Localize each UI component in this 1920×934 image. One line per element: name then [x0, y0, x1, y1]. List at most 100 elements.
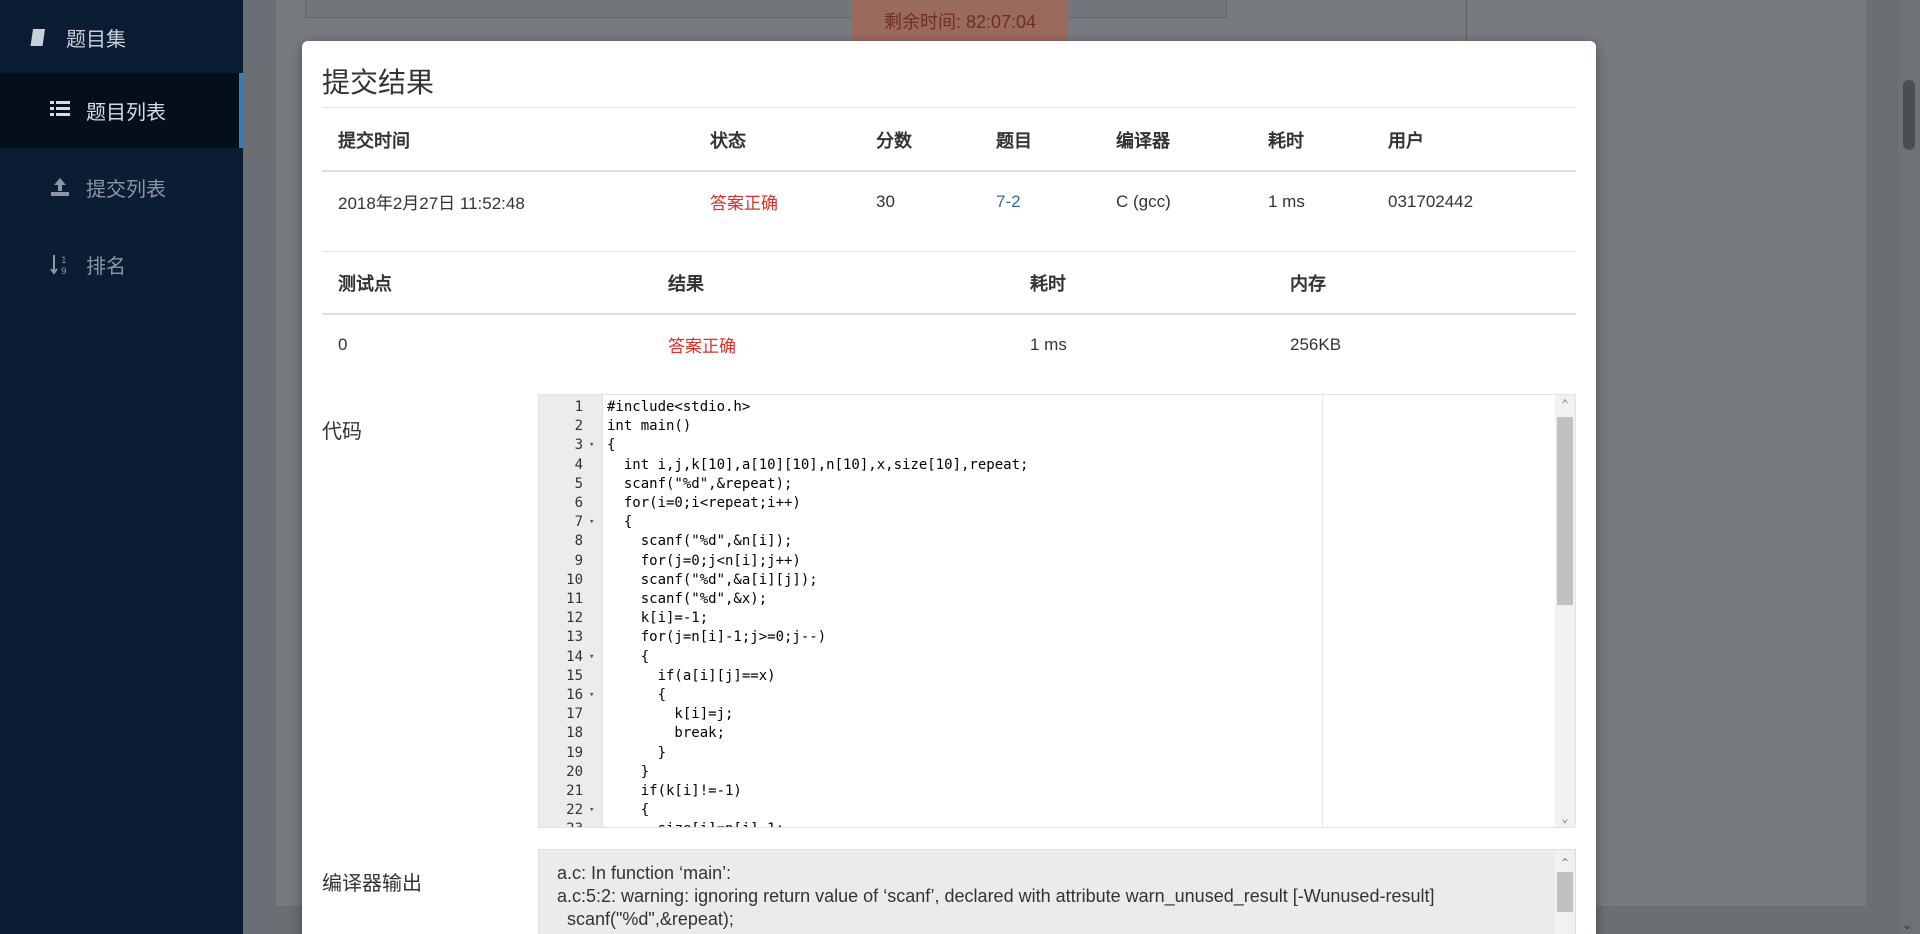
table-header-row: 测试点 结果 耗时 内存: [322, 252, 1576, 315]
page-scrollbar[interactable]: ⌄: [1898, 0, 1920, 934]
line-number: 4: [574, 456, 583, 473]
code-line: 16 ▾ {: [539, 686, 1539, 705]
fold-arrow-icon[interactable]: ▾: [589, 686, 594, 705]
line-number: 9: [574, 552, 583, 569]
fold-arrow-icon[interactable]: ▾: [589, 648, 594, 667]
list-icon: [50, 100, 72, 122]
modal-title: 提交结果: [322, 67, 435, 98]
code-line: 10 scanf("%d",&a[i][j]);: [539, 571, 1539, 590]
code-text: for(i=0;i<repeat;i++): [607, 495, 801, 511]
line-number: 11: [566, 591, 583, 607]
code-line: 20 }: [539, 763, 1539, 782]
code-scrollbar[interactable]: ⌃ ⌄: [1555, 395, 1575, 827]
line-number: 8: [574, 533, 583, 550]
code-scrollbar-thumb[interactable]: [1557, 417, 1573, 605]
output-line: a.c: In function ‘main’:: [557, 863, 732, 883]
code-editor[interactable]: 1 #include<stdio.h> 2 int main() 3 ▾ {4 int i,…: [538, 394, 1576, 828]
fold-arrow-icon[interactable]: ▾: [589, 436, 594, 455]
code-line: 15 if(a[i][j]==x): [539, 667, 1539, 686]
output-scrollbar-thumb[interactable]: [1557, 872, 1573, 912]
testcase-duration: 1 ms: [1030, 334, 1067, 354]
output-line: a.c:5:2: warning: ignoring return value …: [557, 886, 1435, 906]
code-line: 18 break;: [539, 724, 1539, 743]
code-text: {: [607, 687, 667, 703]
code-text: k[i]=-1;: [607, 610, 709, 627]
sidebar-item-label: 题目列表: [86, 102, 166, 124]
code-line: 5 scanf("%d",&repeat);: [539, 475, 1539, 494]
line-number: 1: [574, 399, 583, 415]
line-number: 2: [574, 418, 583, 435]
fold-arrow-icon[interactable]: ▾: [589, 801, 594, 820]
code-line: 6 for(i=0;i<repeat;i++): [539, 494, 1539, 513]
code-text: if(a[i][j]==x): [607, 667, 776, 684]
code-text: for(j=n[i]-1;j>=0;j--): [607, 629, 827, 646]
code-line: 22 ▾ {: [539, 801, 1539, 820]
column-header: 内存: [1274, 252, 1576, 315]
table-header-row: 提交时间 状态 分数 题目 编译器 耗时 用户: [322, 109, 1576, 172]
code-line: 11 scanf("%d",&x);: [539, 590, 1539, 609]
chevron-down-icon[interactable]: ⌄: [1555, 811, 1575, 825]
code-text: break;: [607, 725, 726, 742]
code-text: {: [607, 802, 650, 819]
line-number: 22: [566, 802, 583, 819]
svg-text:9: 9: [61, 267, 67, 276]
code-line: 13 for(j=n[i]-1;j>=0;j--): [539, 628, 1539, 647]
line-number: 7: [574, 514, 583, 531]
testcase-result: 答案正确: [668, 337, 736, 356]
user-id: 031702442: [1388, 191, 1474, 211]
line-number: 15: [566, 667, 583, 684]
code-line: 3 ▾ {: [539, 436, 1539, 455]
chevron-down-icon[interactable]: ⌄: [1902, 918, 1912, 932]
sidebar-header-problem-set[interactable]: 题目集: [0, 0, 243, 75]
code-label: 代码: [322, 421, 362, 443]
fold-arrow-icon[interactable]: ▾: [589, 513, 594, 532]
column-header: 提交时间: [322, 109, 694, 172]
line-number: 16: [566, 687, 583, 703]
submission-result-modal: 提交结果 提交时间 状态 分数 题目 编译器 耗时 用户 2018年2月27日 …: [302, 41, 1596, 934]
column-header: 状态: [694, 109, 860, 172]
line-number: 23: [539, 820, 583, 827]
page-scrollbar-thumb[interactable]: [1903, 80, 1915, 150]
code-line: 14 ▾ {: [539, 648, 1539, 667]
line-number: 21: [566, 783, 583, 799]
column-header: 题目: [980, 109, 1100, 172]
column-header: 编译器: [1100, 109, 1252, 172]
code-text: scanf("%d",&repeat);: [607, 475, 793, 492]
code-text: }: [607, 744, 667, 761]
sidebar-item-label: 提交列表: [86, 179, 166, 201]
code-line: 23 size[i]=n[i]-1;: [539, 820, 1539, 827]
testcase-table: 测试点 结果 耗时 内存 0 答案正确 1 ms 256KB: [322, 252, 1576, 374]
code-text: for(j=0;j<n[i];j++): [607, 552, 801, 569]
sidebar-item-label: 排名: [86, 256, 126, 278]
code-text: {: [607, 514, 633, 531]
table-row: 2018年2月27日 11:52:48 答案正确 30 7-2 C (gcc) …: [322, 171, 1576, 231]
compiler: C (gcc): [1116, 191, 1171, 211]
output-scrollbar[interactable]: ⌃: [1555, 850, 1575, 934]
countdown-timer: 剩余时间: 82:07:04: [852, 0, 1068, 42]
sidebar-item-submission-list[interactable]: 提交列表: [0, 150, 243, 225]
code-text: int i,j,k[10],a[10][10],n[10],x,size[10]…: [607, 456, 1029, 473]
sidebar-item-problem-list[interactable]: 题目列表: [0, 73, 243, 148]
problem-link[interactable]: 7-2: [980, 171, 1100, 231]
line-number: 6: [574, 495, 583, 511]
code-text: {: [607, 648, 650, 665]
column-header: 分数: [860, 109, 980, 172]
sort-numeric-icon: 19: [50, 254, 72, 277]
code-text: {: [607, 437, 616, 454]
code-line: 21 if(k[i]!=-1): [539, 782, 1539, 801]
line-number: 20: [566, 763, 583, 780]
chevron-up-icon[interactable]: ⌃: [1555, 397, 1575, 411]
column-header: 用户: [1372, 109, 1576, 172]
table-row: 0 答案正确 1 ms 256KB: [322, 314, 1576, 374]
line-number: 5: [574, 475, 583, 492]
sidebar: 题目集 题目列表 提交列表 19 排名: [0, 0, 243, 934]
code-line: 17 k[i]=j;: [539, 705, 1539, 724]
upload-icon: [50, 177, 72, 199]
code-text: if(k[i]!=-1): [607, 783, 742, 799]
code-text: k[i]=j;: [607, 706, 734, 723]
code-text: int main(): [607, 418, 692, 435]
line-number: 10: [566, 571, 583, 588]
compiler-output: a.c: In function ‘main’: a.c:5:2: warnin…: [538, 849, 1576, 934]
sidebar-item-ranking[interactable]: 19 排名: [0, 227, 243, 302]
column-header: 耗时: [1252, 109, 1372, 172]
